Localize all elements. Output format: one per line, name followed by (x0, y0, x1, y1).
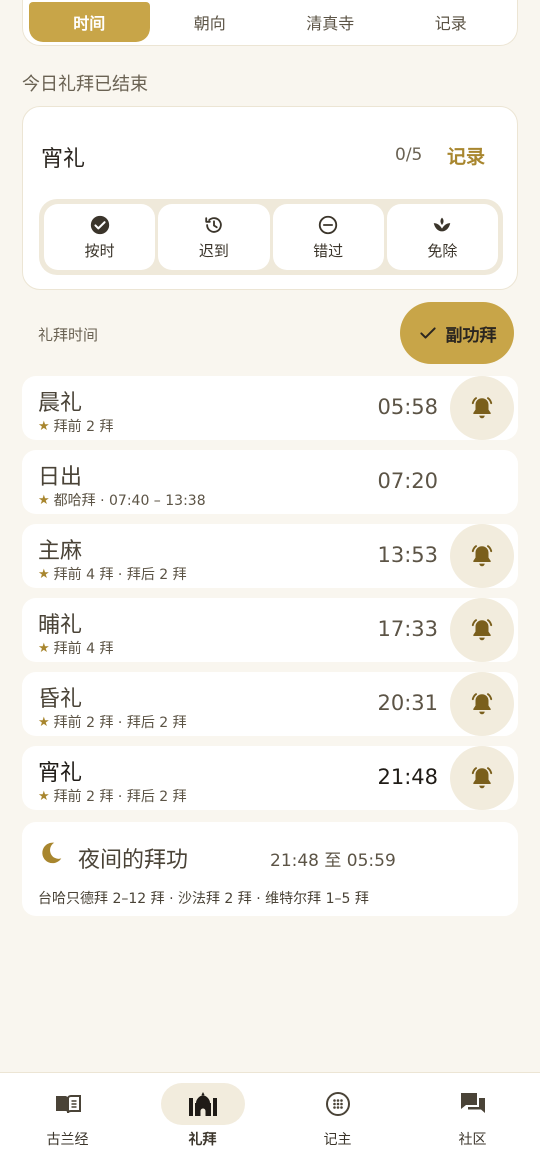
bell-button[interactable] (450, 672, 514, 736)
prayer-sunnah-text: 都哈拜 · 07:40 – 13:38 (53, 493, 206, 509)
star-icon: ★ (38, 418, 50, 434)
status-label: 按时 (84, 241, 115, 260)
prayer-time: 21:48 (377, 765, 438, 789)
prayer-row-maghrib[interactable]: 昏礼 ★ 拜前 2 拜 · 拜后 2 拜 20:31 (22, 672, 518, 736)
prayer-sunnah-text: 拜前 2 拜 · 拜后 2 拜 (53, 715, 187, 731)
prayer-sunnah: ★ 拜前 2 拜 (38, 416, 113, 436)
voluntary-label: 副功拜 (445, 325, 497, 346)
star-icon: ★ (38, 714, 50, 730)
nav-icon-wrap (296, 1083, 380, 1125)
prayer-name: 宵礼 (38, 761, 83, 786)
prayer-row-sunrise[interactable]: 日出 ★ 都哈拜 · 07:40 – 13:38 07:20 (22, 450, 518, 514)
prayer-sunnah-text: 拜前 2 拜 · 拜后 2 拜 (53, 789, 187, 805)
bell-button[interactable] (450, 746, 514, 810)
prayer-time: 20:31 (377, 691, 438, 715)
status-excused-button[interactable]: 免除 (386, 204, 498, 270)
nav-quran[interactable]: 古兰经 (0, 1073, 135, 1158)
bell-button[interactable] (450, 598, 514, 662)
nav-label: 社区 (458, 1132, 487, 1148)
star-icon: ★ (38, 492, 50, 508)
status-label: 错过 (313, 241, 344, 260)
nav-label: 古兰经 (46, 1132, 89, 1148)
star-icon: ★ (38, 640, 50, 656)
prayer-time: 13:53 (377, 543, 438, 567)
night-prayers-card[interactable]: 夜间的拜功 21:48 至 05:59 台哈只德拜 2–12 拜 · 沙法拜 2… (22, 822, 518, 916)
check-icon (419, 327, 436, 339)
star-icon: ★ (38, 788, 50, 804)
summary-card: 宵礼 0/5 记录 按时 迟到 错过 免除 (22, 106, 518, 290)
prayer-time: 17:33 (377, 617, 438, 641)
mosque-icon (188, 1092, 217, 1116)
bell-icon (471, 693, 493, 715)
lotus-icon (434, 217, 451, 231)
status-on-time-button[interactable]: 按时 (44, 204, 156, 270)
minus-circle-icon (318, 215, 338, 234)
prayer-row-jumuah[interactable]: 主麻 ★ 拜前 4 拜 · 拜后 2 拜 13:53 (22, 524, 518, 588)
prayer-name: 日出 (38, 465, 83, 490)
tab-time[interactable]: 时间 (29, 1, 150, 42)
bell-icon (471, 767, 493, 789)
status-label: 迟到 (198, 241, 229, 260)
night-prayers-title: 夜间的拜功 (78, 848, 189, 873)
status-missed-button[interactable]: 错过 (272, 204, 384, 270)
status-late-button[interactable]: 迟到 (158, 204, 270, 270)
nav-label: 礼拜 (188, 1132, 217, 1148)
tab-qibla[interactable]: 朝向 (150, 2, 271, 42)
prayer-row-fajr[interactable]: 晨礼 ★ 拜前 2 拜 05:58 (22, 376, 518, 440)
prayer-times-label: 礼拜时间 (38, 326, 99, 344)
prayer-sunnah: ★ 拜前 4 拜 (38, 638, 113, 658)
prayer-sunnah: ★ 都哈拜 · 07:40 – 13:38 (38, 490, 206, 510)
bottom-nav: 古兰经 礼拜 记主 社区 (0, 1072, 540, 1158)
bell-icon (471, 545, 493, 567)
prayer-count: 0/5 (395, 145, 423, 165)
bell-icon (471, 619, 493, 641)
prayer-name: 晨礼 (38, 391, 83, 416)
prayer-time: 05:58 (377, 395, 438, 419)
prayer-row-isha[interactable]: 宵礼 ★ 拜前 2 拜 · 拜后 2 拜 21:48 (22, 746, 518, 810)
nav-community[interactable]: 社区 (405, 1073, 540, 1158)
prayer-sunnah: ★ 拜前 2 拜 · 拜后 2 拜 (38, 786, 187, 806)
tasbih-icon (325, 1092, 350, 1116)
prayer-sunnah-text: 拜前 4 拜 · 拜后 2 拜 (53, 567, 187, 583)
nav-icon-wrap (26, 1083, 110, 1125)
bell-button[interactable] (450, 524, 514, 588)
prayer-time: 07:20 (377, 469, 438, 493)
bell-button[interactable] (450, 376, 514, 440)
check-circle-icon (90, 215, 109, 234)
tab-mosque[interactable]: 清真寺 (270, 2, 391, 42)
status-title: 今日礼拜已结束 (22, 74, 148, 95)
chat-icon (460, 1093, 485, 1113)
status-label: 免除 (427, 241, 458, 260)
history-icon (205, 216, 222, 233)
book-icon (55, 1095, 81, 1114)
prayer-name: 主麻 (38, 539, 83, 564)
prayer-sunnah-text: 拜前 2 拜 (53, 419, 114, 435)
voluntary-prayer-button[interactable]: 副功拜 (400, 302, 514, 364)
nav-dhikr[interactable]: 记主 (270, 1073, 405, 1158)
prayer-sunnah: ★ 拜前 4 拜 · 拜后 2 拜 (38, 564, 187, 584)
nav-icon-wrap (160, 1083, 245, 1125)
moon-icon (42, 842, 62, 864)
bell-icon (471, 397, 493, 419)
status-buttons: 按时 迟到 错过 免除 (39, 199, 503, 275)
prayer-name: 晡礼 (38, 613, 83, 638)
night-prayers-desc: 台哈只德拜 2–12 拜 · 沙法拜 2 拜 · 维特尔拜 1–5 拜 (38, 891, 369, 907)
nav-label: 记主 (323, 1132, 352, 1148)
current-prayer-name: 宵礼 (41, 147, 86, 172)
top-tabs: 时间 朝向 清真寺 记录 (22, 0, 518, 46)
star-icon: ★ (38, 566, 50, 582)
nav-prayer[interactable]: 礼拜 (135, 1073, 270, 1158)
prayer-sunnah: ★ 拜前 2 拜 · 拜后 2 拜 (38, 712, 187, 732)
prayer-name: 昏礼 (38, 687, 83, 712)
tab-record[interactable]: 记录 (391, 2, 512, 42)
record-button[interactable]: 记录 (447, 142, 485, 169)
night-prayers-range: 21:48 至 05:59 (270, 851, 396, 871)
prayer-sunnah-text: 拜前 4 拜 (53, 641, 114, 657)
nav-icon-wrap (431, 1083, 515, 1125)
prayer-row-asr[interactable]: 晡礼 ★ 拜前 4 拜 17:33 (22, 598, 518, 662)
